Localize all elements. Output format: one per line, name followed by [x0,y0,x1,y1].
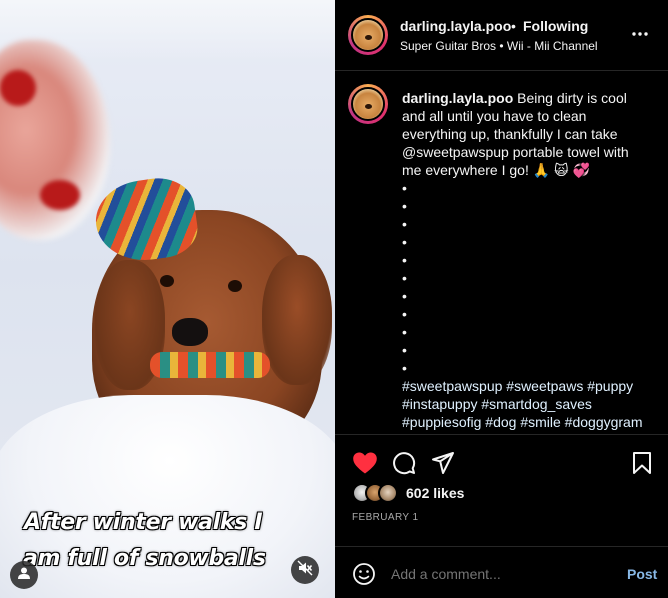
bookmark-icon [633,452,651,474]
caption-area[interactable]: darling.layla.poo Being dirty is cool an… [335,72,668,435]
post-comment-button[interactable]: Post [627,566,657,582]
bullet-line: • [402,342,407,358]
comment-icon [393,452,416,475]
avatar-image [351,87,385,121]
hand-detail [40,180,80,210]
avatar [378,483,398,503]
dog-nose [172,318,208,346]
post-date[interactable]: FEBRUARY 1 [352,512,418,523]
user-tags-button[interactable] [10,561,38,589]
overlay-line: After winter walks I [24,510,263,535]
bullet-line: • [402,306,407,322]
dog-collar [150,352,270,378]
liked-by-avatars[interactable] [352,483,402,503]
bullet-line: • [402,360,407,376]
share-button[interactable] [431,451,455,480]
caption-hashtags[interactable]: #sweetpawspup #sweetpaws #puppy #instapu… [402,377,647,434]
header-username[interactable]: darling.layla.poo [400,18,511,34]
overlay-line: am full of snowballs [23,546,266,571]
audio-track-link[interactable]: Super Guitar Bros • Wii - Mii Channel [400,39,598,53]
dog-eye [160,275,174,287]
mute-button[interactable] [291,556,319,584]
share-icon [432,452,454,474]
mute-icon [297,560,313,581]
caption-username[interactable]: darling.layla.poo [402,90,513,106]
bullet-line: • [402,216,407,232]
caption-bullets: • • • • • • • • • • • [402,179,647,377]
avatar[interactable] [348,15,388,55]
comment-input[interactable] [391,566,611,582]
more-icon [632,32,648,36]
emoji-icon [353,563,375,585]
caption-text: darling.layla.poo Being dirty is cool an… [402,89,647,434]
bullet-line: • [402,198,407,214]
user-tag-icon [17,566,31,585]
more-options-button[interactable] [631,21,649,42]
dog-ear [262,255,332,385]
post-media[interactable]: After winter walks I am full of snowball… [0,0,335,598]
likes-count[interactable]: 602 likes [406,485,464,501]
like-button[interactable] [352,451,378,480]
heart-icon [353,452,377,474]
separator-dot: • [511,18,516,34]
comment-button[interactable] [392,451,416,480]
save-button[interactable] [632,451,652,480]
bullet-line: • [402,252,407,268]
post-header: darling.layla.poo • Following Super Guit… [335,0,668,71]
following-button[interactable]: Following [523,18,588,34]
bullet-line: • [402,324,407,340]
bullet-line: • [402,288,407,304]
hand-detail [0,70,36,106]
video-text-overlay: After winter walks I am full of snowball… [23,505,324,577]
caption-avatar[interactable] [348,84,388,124]
bullet-line: • [402,234,407,250]
add-comment-bar: Post [335,546,668,598]
dog-eye [228,280,242,292]
post-sidebar: darling.layla.poo • Following Super Guit… [335,0,668,598]
bullet-line: • [402,180,407,196]
avatar-image [351,18,385,52]
bullet-line: • [402,270,407,286]
emoji-button[interactable] [352,562,376,591]
